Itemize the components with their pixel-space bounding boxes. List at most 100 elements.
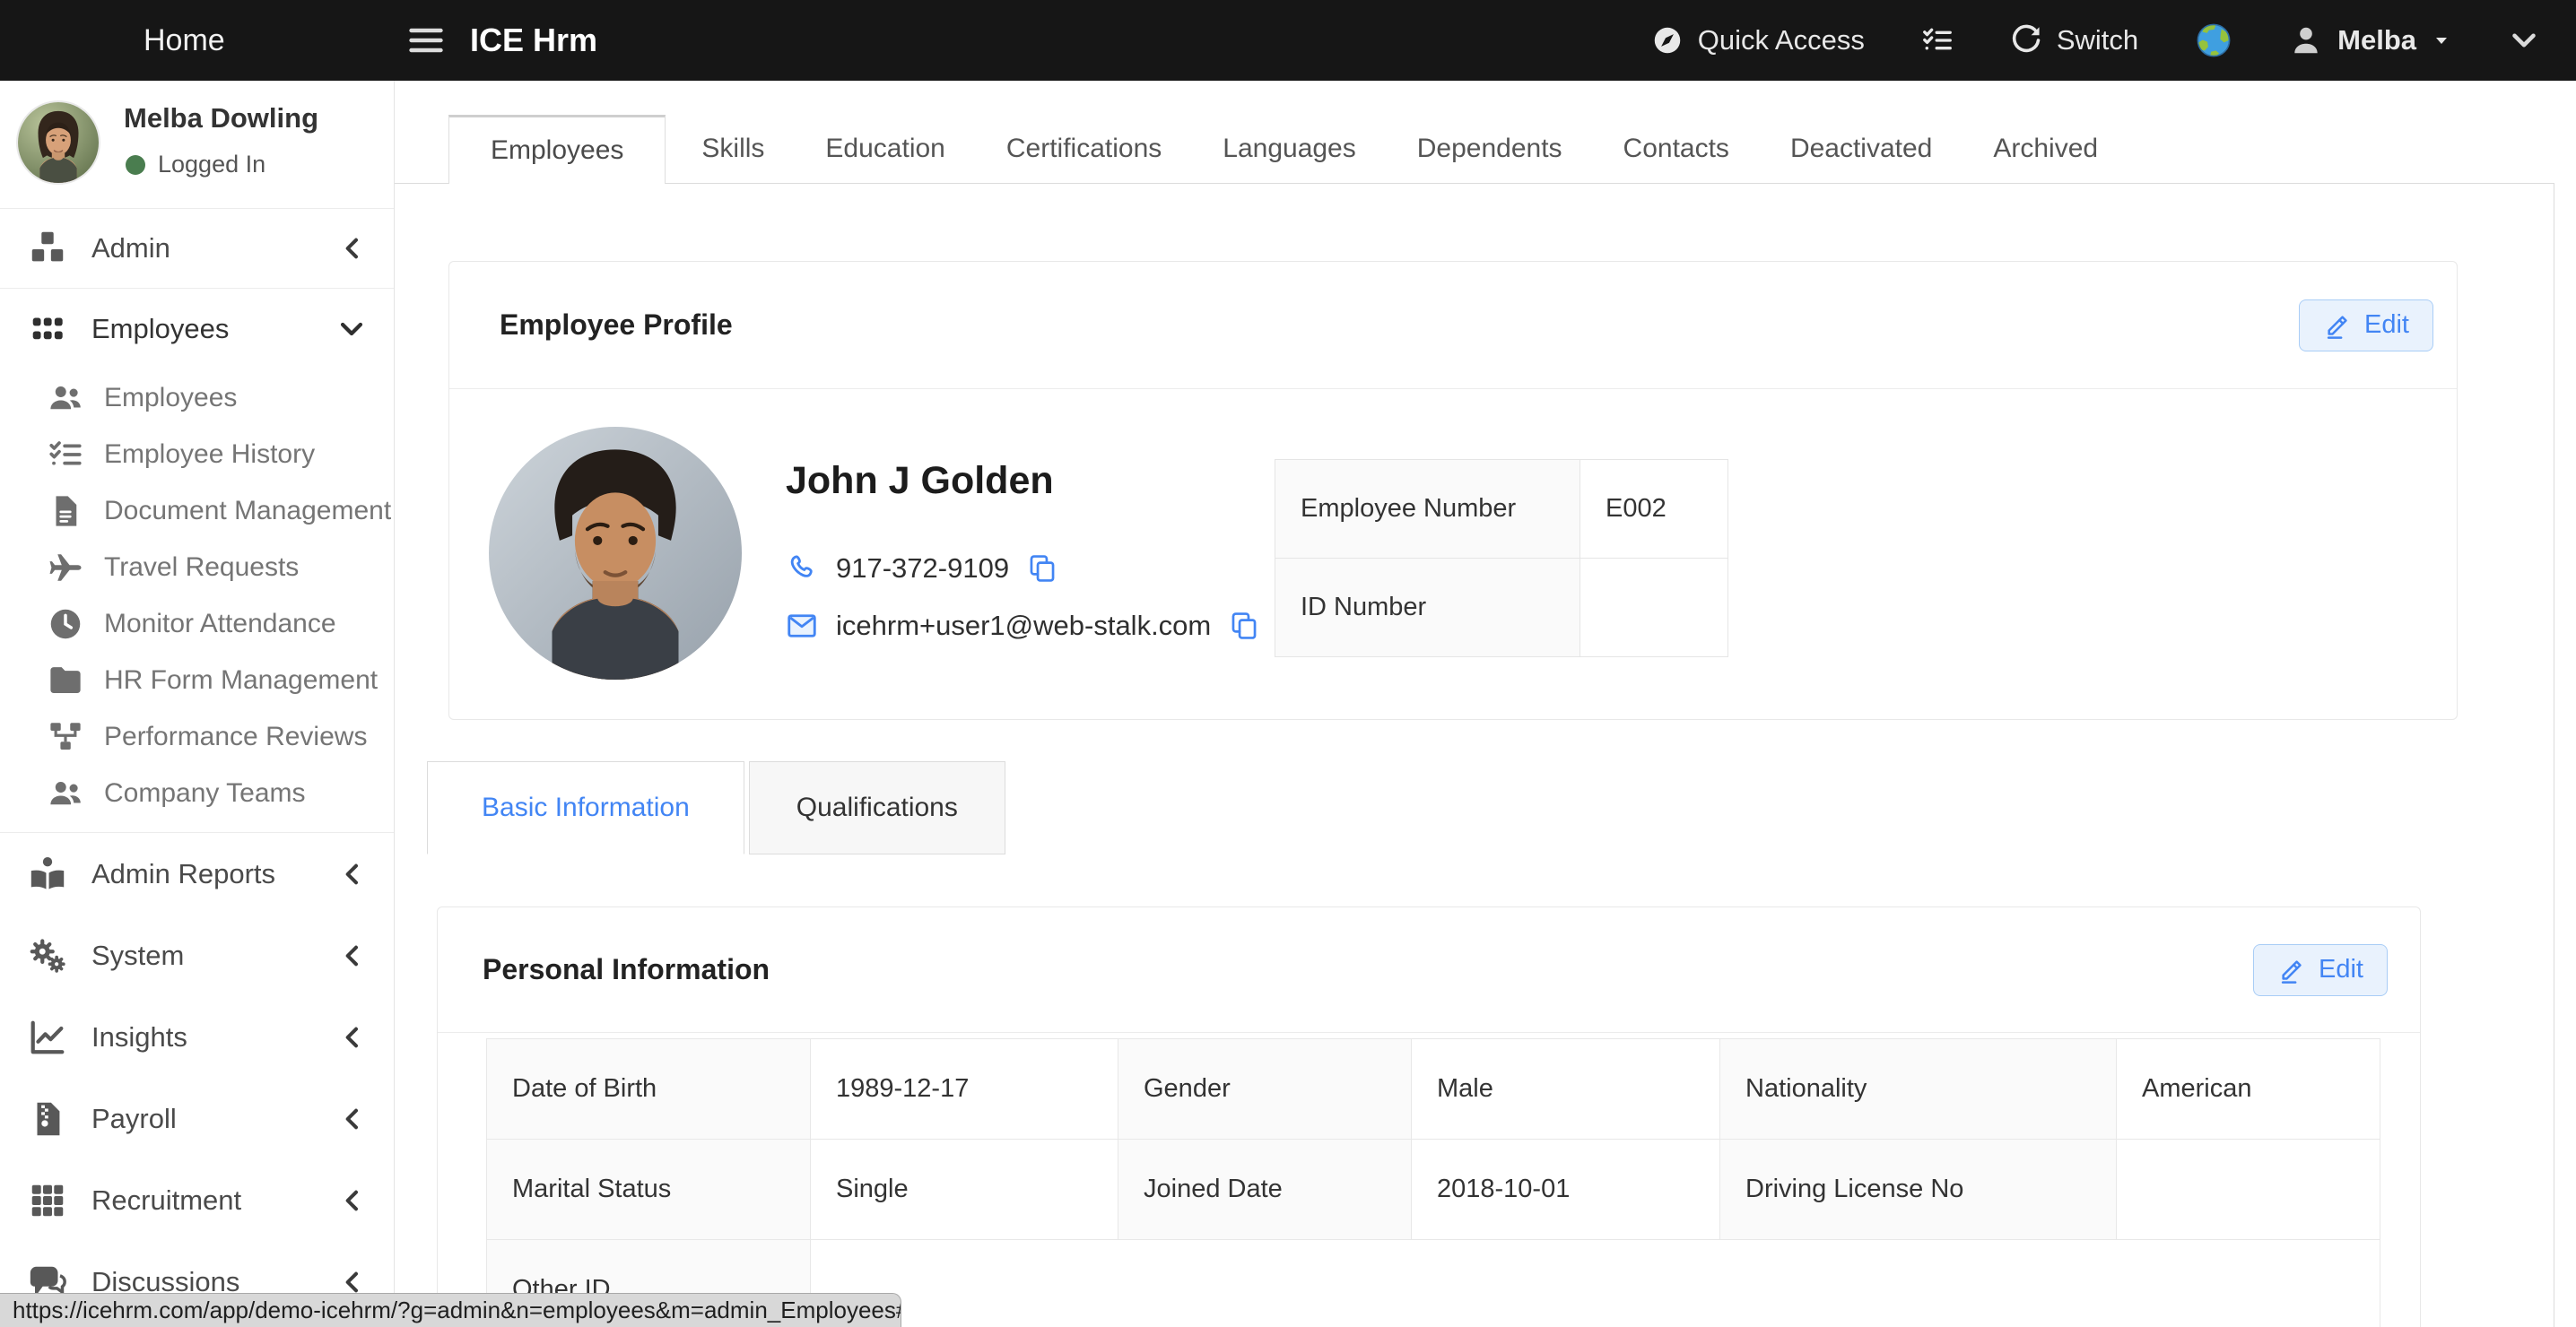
status-url: https://icehrm.com/app/demo-icehrm/?g=ad…: [13, 1297, 901, 1324]
sidebar-item-company-teams[interactable]: Company Teams: [0, 765, 394, 821]
top-bar: Home ICE Hrm Quick Access Switch Melba: [0, 0, 2576, 81]
sidebar-item-document-management[interactable]: Document Management: [0, 482, 394, 539]
subtab-qualifications[interactable]: Qualifications: [749, 761, 1005, 854]
sidebar: Melba Dowling Logged In Admin Employees: [0, 81, 395, 1327]
tab-archived[interactable]: Archived: [1966, 114, 2125, 183]
hamburger-menu-icon[interactable]: [405, 21, 447, 60]
quick-access-label: Quick Access: [1698, 24, 1865, 56]
sidebar-item-employees-group[interactable]: Employees: [0, 298, 394, 360]
sidebar-item-performance-reviews[interactable]: Performance Reviews: [0, 708, 394, 765]
copy-phone-icon[interactable]: [1027, 553, 1057, 584]
sidebar-item-monitor-attendance[interactable]: Monitor Attendance: [0, 595, 394, 652]
tab-panel: Employee Profile Edit John J Golden 917-…: [395, 183, 2554, 1327]
table-row: Marital Status Single Joined Date 2018-1…: [487, 1140, 2380, 1240]
chevron-left-icon: [338, 1186, 367, 1215]
compass-icon: [1651, 24, 1684, 56]
profile-status: Logged In: [126, 151, 265, 178]
module-tabs: Employees Skills Education Certification…: [395, 81, 2576, 183]
plane-icon: [47, 549, 84, 586]
sidebar-employees-group: Employees Employees Employee History Doc…: [0, 289, 394, 832]
email-row: icehrm+user1@web-stalk.com: [786, 610, 1259, 642]
field-label: Employee Number: [1275, 460, 1580, 559]
field-label: Marital Status: [487, 1140, 811, 1240]
payroll-file-icon: [27, 1098, 68, 1140]
sidebar-item-employee-history[interactable]: Employee History: [0, 426, 394, 482]
home-link[interactable]: Home: [144, 0, 225, 81]
sidebar-item-hr-form-management[interactable]: HR Form Management: [0, 652, 394, 708]
avatar[interactable]: [16, 100, 100, 185]
sidebar-item-insights[interactable]: Insights: [0, 996, 394, 1078]
tab-certifications[interactable]: Certifications: [979, 114, 1188, 183]
switch-arrow-icon: [2010, 24, 2042, 56]
field-value: [811, 1240, 2380, 1327]
personal-information-table: Date of Birth 1989-12-17 Gender Male Nat…: [486, 1038, 2380, 1327]
tab-deactivated[interactable]: Deactivated: [1763, 114, 1959, 183]
caret-down-icon: [2431, 30, 2452, 51]
document-icon: [47, 492, 84, 530]
tab-education[interactable]: Education: [798, 114, 971, 183]
field-value: American: [2117, 1039, 2380, 1140]
personal-information-title: Personal Information: [483, 953, 770, 986]
sidebar-item-travel-requests[interactable]: Travel Requests: [0, 539, 394, 595]
users-icon: [47, 775, 84, 812]
chevron-down-icon: [336, 314, 367, 344]
chevron-left-icon: [338, 941, 367, 970]
list-check-icon: [47, 436, 84, 473]
detail-subtabs: Basic Information Qualifications: [427, 761, 1005, 854]
app-brand: ICE Hrm: [470, 0, 597, 81]
field-label: ID Number: [1275, 559, 1580, 657]
personal-information-edit-button[interactable]: Edit: [2253, 944, 2388, 996]
email-address: icehrm+user1@web-stalk.com: [836, 610, 1211, 642]
tab-contacts[interactable]: Contacts: [1597, 114, 1756, 183]
gears-icon: [27, 935, 68, 976]
employee-profile-card: Employee Profile Edit John J Golden 917-…: [448, 261, 2458, 720]
sidebar-item-system[interactable]: System: [0, 915, 394, 996]
sidebar-profile: Melba Dowling Logged In: [0, 81, 394, 208]
employee-profile-header: Employee Profile Edit: [449, 262, 2457, 389]
collapse-topbar-chevron-icon[interactable]: [2508, 24, 2540, 56]
field-label: Joined Date: [1118, 1140, 1412, 1240]
logged-in-label: Logged In: [158, 151, 265, 178]
grid-large-icon: [27, 1180, 68, 1221]
field-value: Single: [811, 1140, 1118, 1240]
field-value: [2117, 1140, 2380, 1240]
chevron-left-icon: [338, 1105, 367, 1133]
table-row: Date of Birth 1989-12-17 Gender Male Nat…: [487, 1039, 2380, 1140]
tab-dependents[interactable]: Dependents: [1390, 114, 1589, 183]
tab-employees[interactable]: Employees: [448, 115, 666, 184]
copy-email-icon[interactable]: [1229, 611, 1259, 641]
pen-icon: [2277, 956, 2306, 984]
sidebar-item-admin[interactable]: Admin: [0, 209, 394, 288]
book-reader-icon: [27, 854, 68, 895]
sidebar-item-admin-reports[interactable]: Admin Reports: [0, 833, 394, 915]
chart-line-icon: [27, 1017, 68, 1058]
field-label: Nationality: [1720, 1039, 2117, 1140]
tab-skills[interactable]: Skills: [674, 114, 791, 183]
folder-icon: [47, 662, 84, 699]
browser-status-bar: https://icehrm.com/app/demo-icehrm/?g=ad…: [0, 1293, 901, 1327]
table-row: Employee Number E002: [1275, 460, 1728, 559]
globe-language-icon[interactable]: [2194, 21, 2233, 60]
checklist-icon[interactable]: [1920, 23, 1954, 57]
sidebar-item-recruitment[interactable]: Recruitment: [0, 1159, 394, 1241]
tab-languages[interactable]: Languages: [1196, 114, 1382, 183]
phone-icon: [786, 552, 818, 585]
diagram-icon: [47, 718, 84, 756]
table-row: ID Number: [1275, 559, 1728, 657]
chevron-left-icon: [338, 860, 367, 889]
quick-access-button[interactable]: Quick Access: [1651, 24, 1865, 56]
employee-profile-edit-button[interactable]: Edit: [2299, 299, 2433, 351]
envelope-icon: [786, 610, 818, 642]
user-menu[interactable]: Melba: [2289, 23, 2452, 57]
employee-profile-title: Employee Profile: [500, 308, 733, 342]
subtab-basic-information[interactable]: Basic Information: [427, 761, 744, 854]
field-label: Gender: [1118, 1039, 1412, 1140]
sidebar-item-employees[interactable]: Employees: [0, 369, 394, 426]
grid-dots-icon: [27, 308, 68, 350]
profile-name: Melba Dowling: [124, 102, 318, 134]
switch-button[interactable]: Switch: [2010, 24, 2138, 56]
employee-profile-content: John J Golden 917-372-9109 icehrm+user1@…: [449, 389, 2457, 719]
personal-information-card: Personal Information Edit Date of Birth …: [437, 906, 2421, 1327]
sidebar-item-payroll[interactable]: Payroll: [0, 1078, 394, 1159]
field-value: E002: [1580, 460, 1728, 559]
